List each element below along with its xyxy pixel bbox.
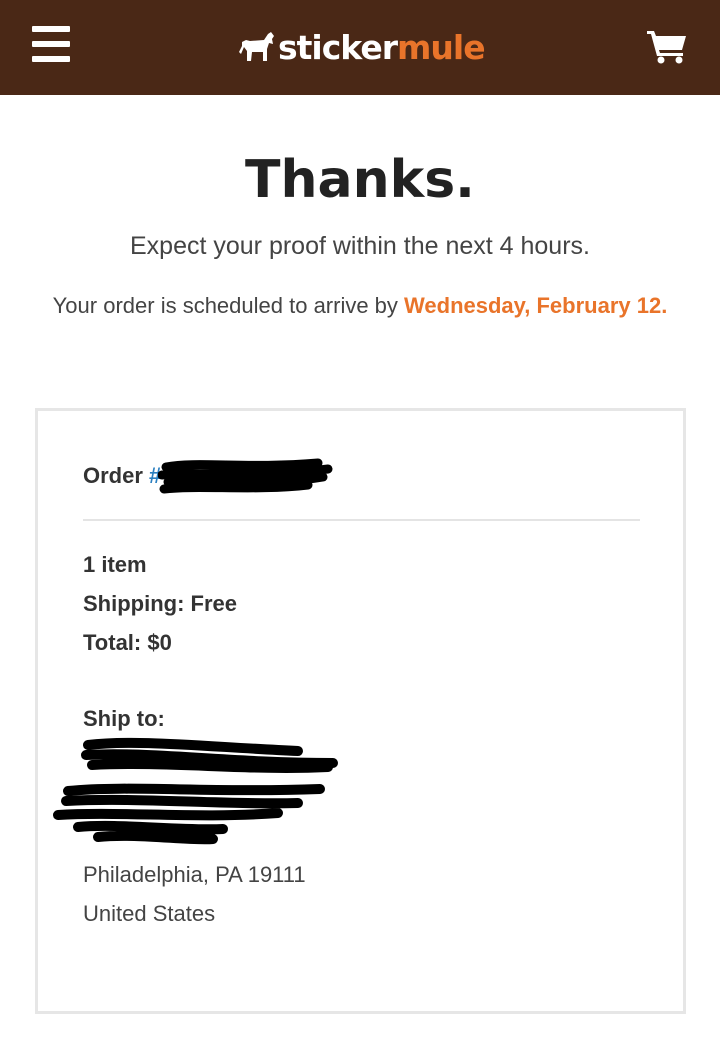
address-city-line: Philadelphia, PA 19111 — [83, 862, 306, 887]
arrival-date: Wednesday, February 12. — [404, 293, 668, 318]
page-title: Thanks. — [245, 150, 475, 210]
mule-icon — [239, 32, 274, 61]
order-label: Order — [83, 463, 143, 488]
proof-message: Expect your proof within the next 4 hour… — [130, 232, 590, 260]
site-logo[interactable]: sticker mule — [238, 24, 486, 70]
address-country: United States — [83, 901, 216, 926]
order-summary-card: Order # 1 item Shipping: Free Total: $0 … — [35, 408, 686, 1014]
logo-text-mule: mule — [397, 27, 486, 67]
redaction-scribble — [53, 737, 338, 845]
arrival-message: Your order is scheduled to arrive by Wed… — [40, 286, 680, 325]
shipping-cost: Shipping: Free — [83, 591, 237, 616]
order-total: Total: $0 — [83, 630, 172, 655]
shopping-cart-icon[interactable] — [646, 28, 688, 64]
redaction-scribble — [158, 458, 333, 494]
order-number: Order # — [83, 463, 161, 489]
ship-to-label: Ship to: — [83, 706, 165, 731]
top-navigation-bar: sticker mule — [0, 0, 720, 95]
hamburger-menu-icon[interactable] — [32, 26, 70, 62]
divider — [83, 519, 640, 521]
item-count: 1 item — [83, 552, 147, 577]
arrival-prefix: Your order is scheduled to arrive by — [52, 293, 405, 318]
logo-text-sticker: sticker — [278, 27, 398, 67]
